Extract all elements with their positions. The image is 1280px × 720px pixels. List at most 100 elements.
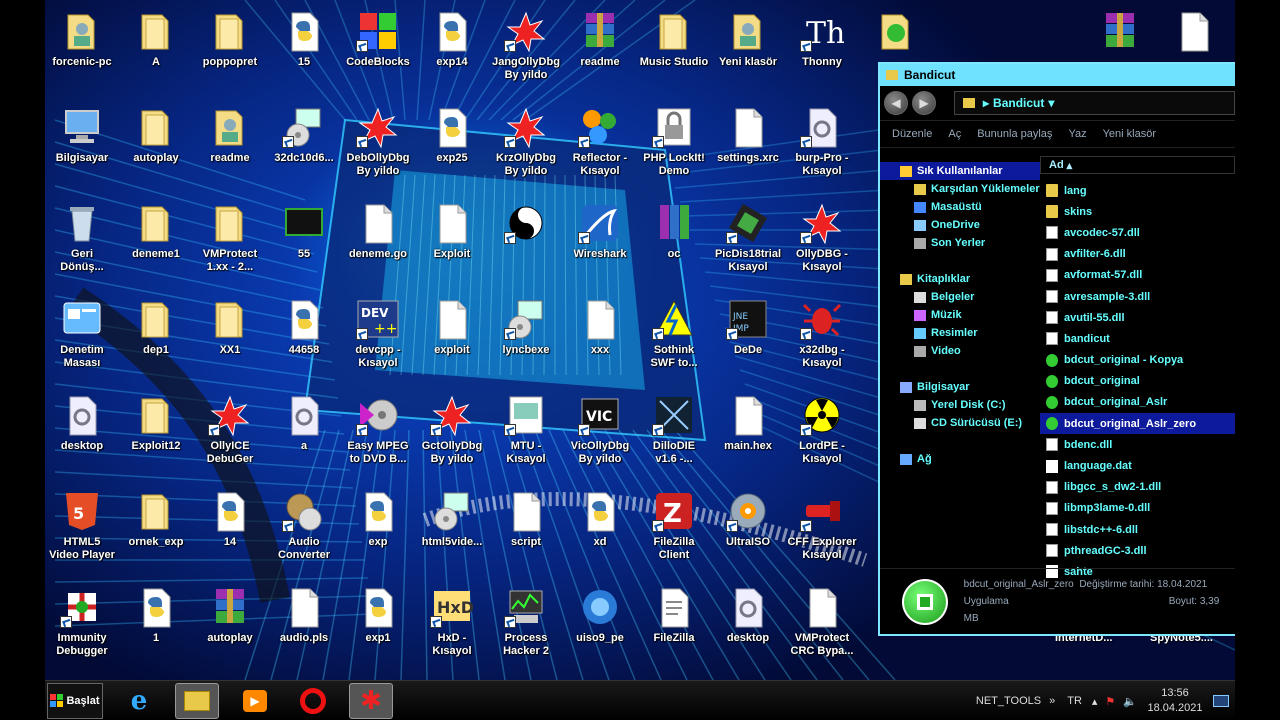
nav-item[interactable]: Karşıdan Yüklemeler: [880, 180, 1040, 198]
forward-button[interactable]: ▶: [912, 91, 936, 115]
file-row[interactable]: lang: [1040, 180, 1235, 201]
desktop-icon[interactable]: deneme1: [119, 196, 193, 288]
desktop-icon[interactable]: 5 HTML5 Video Player: [45, 484, 119, 576]
nav-item[interactable]: Yerel Disk (C:): [880, 396, 1040, 414]
file-row[interactable]: bdcut_original_Aslr: [1040, 392, 1235, 413]
desktop-icon[interactable]: UltraISO: [711, 484, 785, 576]
desktop-icon[interactable]: 32dc10d6...: [267, 100, 341, 192]
desktop-icon[interactable]: 44658: [267, 292, 341, 384]
desktop-icon[interactable]: VIC VicOllyDbg By yildo: [563, 388, 637, 480]
desktop-icon[interactable]: Immunity Debugger: [45, 580, 119, 672]
desktop-icon[interactable]: [489, 196, 563, 288]
desktop-icon[interactable]: Yeni klasör: [711, 4, 785, 96]
taskbar-media-player-button[interactable]: ▶: [233, 683, 277, 719]
desktop-icon[interactable]: Geri Dönüş...: [45, 196, 119, 288]
desktop-icon[interactable]: 15: [267, 4, 341, 96]
desktop-icon[interactable]: DEV ++ devcpp - Kısayol: [341, 292, 415, 384]
nav-item[interactable]: Resimler: [880, 324, 1040, 342]
desktop-icon[interactable]: settings.xrc: [711, 100, 785, 192]
chevron-right-icon[interactable]: »: [1049, 695, 1055, 707]
desktop-icon[interactable]: Easy MPEG to DVD B...: [341, 388, 415, 480]
share-with-menu[interactable]: Bununla paylaş: [977, 128, 1052, 140]
desktop-icon[interactable]: OllyDBG - Kısayol: [785, 196, 859, 288]
desktop-icon[interactable]: xd: [563, 484, 637, 576]
file-row[interactable]: bdcut_original: [1040, 371, 1235, 392]
file-row[interactable]: libgcc_s_dw2-1.dll: [1040, 477, 1235, 498]
show-desktop-button[interactable]: [1213, 695, 1229, 707]
desktop-icon[interactable]: VMProtect CRC Bypa...: [785, 580, 859, 672]
desktop-icon[interactable]: CodeBlocks: [341, 4, 415, 96]
file-row[interactable]: bdcut_original - Kopya: [1040, 350, 1235, 371]
nav-item[interactable]: Sık Kullanılanlar: [880, 162, 1040, 180]
desktop-icon[interactable]: Denetim Masası: [45, 292, 119, 384]
desktop-icon[interactable]: CFF Explorer Kısayol: [785, 484, 859, 576]
desktop-icon[interactable]: autoplay: [193, 580, 267, 672]
window-title-bar[interactable]: Bandicut: [880, 64, 1235, 86]
explorer-window[interactable]: Bandicut ◀ ▶ ▸ Bandicut ▾ Düzenle Aç Bunun…: [878, 62, 1235, 636]
desktop-icon[interactable]: Z FileZilla Client: [637, 484, 711, 576]
clock[interactable]: 13:56 18.04.2021: [1143, 686, 1207, 716]
desktop-icon[interactable]: Process Hacker 2: [489, 580, 563, 672]
file-row[interactable]: avutil-55.dll: [1040, 307, 1235, 328]
file-row[interactable]: avfilter-6.dll: [1040, 244, 1235, 265]
desktop-icon[interactable]: dep1: [119, 292, 193, 384]
desktop-icon[interactable]: Music Studio: [637, 4, 711, 96]
nav-item[interactable]: Ağ: [880, 450, 1040, 468]
action-center-icon[interactable]: ⚑: [1105, 695, 1115, 708]
toolbar-net-tools[interactable]: NET_TOOLS: [976, 695, 1041, 707]
desktop-icon[interactable]: 55: [267, 196, 341, 288]
desktop-icon[interactable]: exp14: [415, 4, 489, 96]
nav-item[interactable]: Kitaplıklar: [880, 270, 1040, 288]
desktop-icon[interactable]: audio.pls: [267, 580, 341, 672]
open-button[interactable]: Aç: [948, 128, 961, 140]
desktop-icon[interactable]: readme: [193, 100, 267, 192]
file-row[interactable]: avcodec-57.dll: [1040, 222, 1235, 243]
taskbar-ie-button[interactable]: e: [117, 683, 161, 719]
file-row[interactable]: skins: [1040, 201, 1235, 222]
desktop-icon[interactable]: Th Thonny: [785, 4, 859, 96]
desktop-icon[interactable]: MTU - Kısayol: [489, 388, 563, 480]
desktop-icon[interactable]: FileZilla: [637, 580, 711, 672]
desktop-icon[interactable]: Reflector - Kısayol: [563, 100, 637, 192]
language-indicator[interactable]: TR: [1067, 695, 1082, 707]
file-row[interactable]: avformat-57.dll: [1040, 265, 1235, 286]
desktop-icon[interactable]: DebOllyDbg By yildo: [341, 100, 415, 192]
desktop-icon[interactable]: JNE JMP DeDe: [711, 292, 785, 384]
desktop-icon[interactable]: Exploit12: [119, 388, 193, 480]
desktop-icon[interactable]: DilloDIE v1.6 -...: [637, 388, 711, 480]
desktop-icon[interactable]: a: [267, 388, 341, 480]
desktop-icon[interactable]: html5vide...: [415, 484, 489, 576]
desktop-icon[interactable]: Exploit: [415, 196, 489, 288]
desktop-icon[interactable]: PicDis18trial Kısayol: [711, 196, 785, 288]
desktop-icon[interactable]: desktop: [45, 388, 119, 480]
nav-item[interactable]: Belgeler: [880, 288, 1040, 306]
nav-item[interactable]: CD Sürücüsü (E:): [880, 414, 1040, 432]
desktop-icon[interactable]: uiso9_pe: [563, 580, 637, 672]
desktop-icon[interactable]: Audio Converter: [267, 484, 341, 576]
desktop-icon[interactable]: deneme.go: [341, 196, 415, 288]
file-row[interactable]: bdcut_original_Aslr_zero: [1040, 413, 1235, 435]
back-button[interactable]: ◀: [884, 91, 908, 115]
desktop-icon[interactable]: GctOllyDbg By yildo: [415, 388, 489, 480]
new-folder-button[interactable]: Yeni klasör: [1103, 128, 1156, 140]
file-row[interactable]: libmp3lame-0.dll: [1040, 498, 1235, 519]
nav-item[interactable]: Müzik: [880, 306, 1040, 324]
desktop-icon[interactable]: PHP LockIt! Demo: [637, 100, 711, 192]
desktop-icon[interactable]: HxD HxD - Kısayol: [415, 580, 489, 672]
desktop-icon[interactable]: Bilgisayar: [45, 100, 119, 192]
desktop-icon[interactable]: burp-Pro - Kısayol: [785, 100, 859, 192]
file-row[interactable]: avresample-3.dll: [1040, 286, 1235, 307]
desktop-icon[interactable]: LordPE - Kısayol: [785, 388, 859, 480]
nav-item[interactable]: Video: [880, 342, 1040, 360]
nav-item[interactable]: Masaüstü: [880, 198, 1040, 216]
desktop-icon[interactable]: exp1: [341, 580, 415, 672]
file-row[interactable]: bandicut: [1040, 328, 1235, 349]
desktop-icon[interactable]: main.hex: [711, 388, 785, 480]
file-row[interactable]: bdenc.dll: [1040, 434, 1235, 455]
desktop-icon[interactable]: xxx: [563, 292, 637, 384]
taskbar-opera-button[interactable]: [291, 683, 335, 719]
desktop-icon[interactable]: 1: [119, 580, 193, 672]
desktop-icon[interactable]: VMProtect 1.xx - 2...: [193, 196, 267, 288]
desktop-icon[interactable]: Sothink SWF to...: [637, 292, 711, 384]
desktop-icon[interactable]: lyncbexe: [489, 292, 563, 384]
